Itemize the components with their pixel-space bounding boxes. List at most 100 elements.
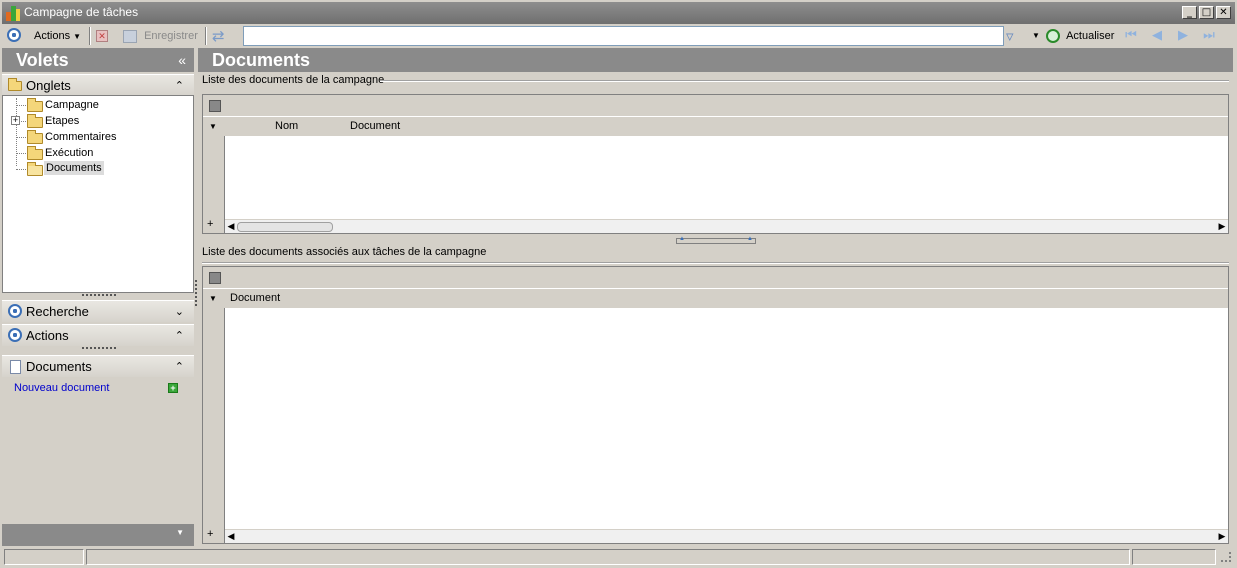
tree-node-label: Etapes <box>45 115 80 127</box>
refresh-icon <box>1046 29 1060 43</box>
page-header: Documents <box>198 48 1233 72</box>
actions-group-icon <box>8 328 22 342</box>
column-header-document[interactable]: Document <box>230 289 280 308</box>
next-record-icon[interactable]: ▶ <box>1175 28 1191 44</box>
grid-row-selector-strip: + <box>203 136 225 233</box>
status-bar <box>2 548 1235 566</box>
expand-toggle-etapes[interactable]: + <box>11 116 20 125</box>
group-recherche[interactable]: Recherche ⌄ <box>2 300 194 322</box>
open-folder-icon <box>27 162 43 176</box>
add-row-icon[interactable]: + <box>207 218 213 230</box>
scroll-left-icon[interactable]: ◀ <box>225 530 237 544</box>
status-cell <box>86 549 1130 565</box>
save-button[interactable]: Enregistrer <box>123 24 198 48</box>
folder-icon <box>27 114 43 128</box>
splitter-grip[interactable] <box>82 347 116 350</box>
grid-document-icon[interactable] <box>209 100 221 112</box>
main-content: Documents Liste des documents de la camp… <box>198 48 1233 546</box>
navigation-pane: Volets « Onglets ⌃ + Campagne Etapes Com… <box>2 48 194 546</box>
chevron-down-icon[interactable]: ▼ <box>209 117 217 136</box>
scroll-right-icon[interactable]: ▶ <box>1216 530 1228 544</box>
group-documents-label: Documents <box>26 359 92 374</box>
tree-node-label: Documents <box>44 161 104 175</box>
search-input[interactable] <box>243 26 1004 46</box>
sync-icon: ⇄ <box>212 27 225 45</box>
minimize-button[interactable]: _ <box>1182 6 1197 19</box>
grid-document-icon[interactable] <box>209 272 221 284</box>
splitter-grip[interactable] <box>82 294 116 297</box>
chevron-down-icon[interactable]: ▼ <box>176 528 184 537</box>
tabs-tree: + Campagne Etapes Commentaires Exécution… <box>2 95 194 293</box>
column-header-nom[interactable]: Nom <box>275 117 298 136</box>
first-record-icon[interactable]: ⏮ <box>1123 28 1139 44</box>
save-icon <box>123 29 137 43</box>
collapse-up-icon: ▲ <box>747 236 753 242</box>
document-icon <box>10 360 21 374</box>
section-title: Liste des documents de la campagne <box>202 74 385 86</box>
refresh-button[interactable]: Actualiser <box>1046 24 1114 48</box>
close-button[interactable]: ✕ <box>1216 6 1231 19</box>
group-actions[interactable]: Actions ⌃ <box>2 324 194 346</box>
resize-grip-icon[interactable] <box>1221 552 1231 562</box>
folder-icon <box>27 98 43 112</box>
actions-label: Actions <box>34 30 71 42</box>
grid-header-row: ▼ Nom Document <box>203 117 1228 136</box>
horizontal-scrollbar[interactable]: ◀ ▶ <box>225 219 1228 233</box>
chevron-up-icon: ⌃ <box>174 329 184 342</box>
search-group-icon <box>8 304 22 318</box>
section-title: Liste des documents associés aux tâches … <box>202 246 487 258</box>
status-cell <box>1132 549 1216 565</box>
previous-record-icon[interactable]: ◀ <box>1149 28 1165 44</box>
pane-footer: ▼ <box>2 524 194 546</box>
group-documents[interactable]: Documents ⌃ <box>2 355 194 377</box>
chevron-down-icon[interactable]: ▼ <box>209 289 217 308</box>
campaign-documents-grid: ▼ Nom Document + ◀ ▶ <box>202 94 1229 234</box>
maximize-button[interactable]: □ <box>1199 6 1214 19</box>
chevron-down-icon: ⌄ <box>174 305 184 318</box>
grid-toolbar <box>203 95 1228 117</box>
delete-button[interactable]: ✕ <box>96 24 110 48</box>
filter-button[interactable]: ▿ <box>1006 24 1022 48</box>
tree-node-label: Exécution <box>45 147 94 159</box>
filter-dropdown-chevron[interactable]: ▼ <box>1032 24 1042 48</box>
scroll-right-icon[interactable]: ▶ <box>1216 220 1228 234</box>
status-cell <box>4 549 84 565</box>
chevron-up-icon: ⌃ <box>174 79 184 92</box>
chevron-down-icon: ▼ <box>73 32 82 41</box>
app-icon <box>6 6 20 21</box>
actions-dropdown[interactable]: Actions ▼ <box>34 24 81 48</box>
grid-toolbar <box>203 267 1228 289</box>
grid-header-row: ▼ Document <box>203 289 1228 308</box>
horizontal-scrollbar[interactable]: ◀ ▶ <box>225 529 1228 543</box>
vertical-splitter-grip[interactable] <box>195 280 197 306</box>
scroll-thumb[interactable] <box>237 222 333 232</box>
tree-node-label: Commentaires <box>45 131 117 143</box>
tree-node-label: Campagne <box>45 99 99 111</box>
new-document-link[interactable]: Nouveau document <box>14 382 109 394</box>
collapse-up-icon: ▲ <box>679 236 685 242</box>
last-record-icon[interactable]: ⏭ <box>1201 28 1217 44</box>
refresh-label: Actualiser <box>1066 30 1115 42</box>
save-label: Enregistrer <box>144 30 198 42</box>
delete-icon: ✕ <box>96 30 108 42</box>
scroll-left-icon[interactable]: ◀ <box>225 220 237 234</box>
column-header-document[interactable]: Document <box>350 117 400 136</box>
grid-row-selector-strip: + <box>203 308 225 543</box>
add-row-icon[interactable]: + <box>207 528 213 540</box>
circle-menu-icon[interactable] <box>7 28 21 42</box>
sync-button[interactable]: ⇄ <box>212 24 230 48</box>
folder-icon <box>27 130 43 144</box>
pane-header: Volets « <box>2 48 194 72</box>
add-document-icon[interactable]: + <box>168 383 178 393</box>
group-actions-label: Actions <box>26 328 69 343</box>
collapse-pane-button[interactable]: « <box>178 48 186 72</box>
pane-title: Volets <box>16 50 69 70</box>
horizontal-splitter[interactable]: ▲ ▲ <box>676 236 756 244</box>
group-onglets-label: Onglets <box>26 78 71 93</box>
folder-icon <box>8 78 22 91</box>
filter-icon: ▿ <box>1006 27 1014 45</box>
folder-icon <box>27 146 43 160</box>
title-bar: Campagne de tâches _ □ ✕ <box>0 0 1237 24</box>
window-title: Campagne de tâches <box>24 5 139 19</box>
group-onglets[interactable]: Onglets ⌃ <box>2 74 194 96</box>
